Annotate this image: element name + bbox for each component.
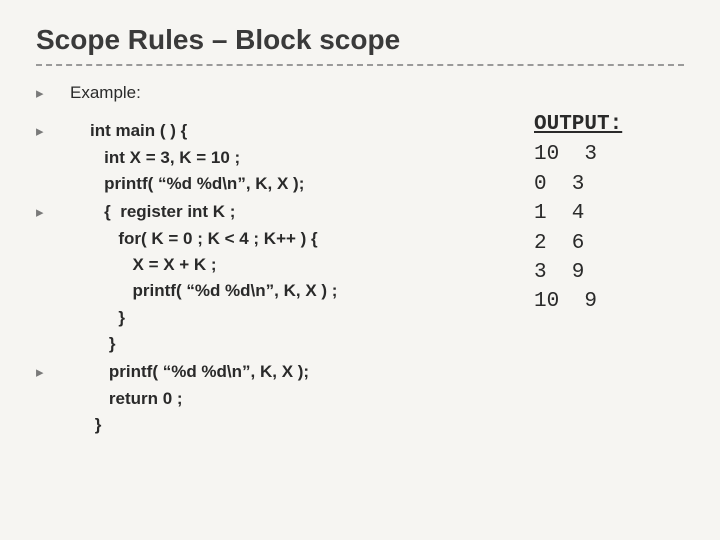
content-column: ▸ Example: ▸ int main ( ) { int X = 3, K…: [36, 80, 534, 440]
output-lines: 10 3 0 3 1 4 2 6 3 9 10 9: [534, 140, 684, 316]
output-column: OUTPUT: 10 3 0 3 1 4 2 6 3 9 10 9: [534, 80, 684, 440]
bullet-row-code1: ▸ int main ( ) { int X = 3, K = 10 ; pri…: [36, 118, 534, 197]
bullet-row-code3: ▸ printf( “%d %d\n”, K, X ); return 0 ; …: [36, 359, 534, 438]
bullet-icon: ▸: [36, 80, 70, 105]
slide-title: Scope Rules – Block scope: [36, 24, 684, 66]
bullet-icon: ▸: [36, 359, 70, 384]
bullet-text-example: Example:: [70, 80, 141, 106]
slide-body: ▸ Example: ▸ int main ( ) { int X = 3, K…: [36, 80, 684, 440]
bullet-row-code2: ▸ { register int K ; for( K = 0 ; K < 4 …: [36, 199, 534, 357]
output-label: OUTPUT:: [534, 110, 684, 140]
code-block-3: printf( “%d %d\n”, K, X ); return 0 ; }: [70, 359, 309, 438]
bullet-row-example: ▸ Example:: [36, 80, 534, 106]
code-block-1: int main ( ) { int X = 3, K = 10 ; print…: [70, 118, 304, 197]
bullet-icon: ▸: [36, 118, 70, 143]
code-block-2: { register int K ; for( K = 0 ; K < 4 ; …: [70, 199, 337, 357]
slide: Scope Rules – Block scope ▸ Example: ▸ i…: [0, 0, 720, 450]
bullet-icon: ▸: [36, 199, 70, 224]
